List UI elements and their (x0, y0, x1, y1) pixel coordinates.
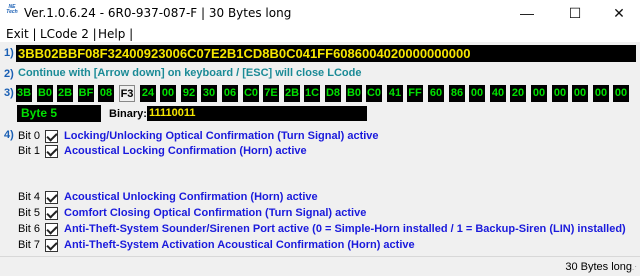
bit-name: Bit 1 (18, 145, 41, 157)
byte-cell[interactable]: FF (407, 85, 423, 102)
bit-checkbox[interactable] (45, 206, 58, 220)
byte-cell[interactable]: 2B (284, 85, 300, 102)
step-4-label: 4) (4, 129, 14, 141)
bit-checkbox[interactable] (45, 144, 58, 158)
byte-cell[interactable]: 20 (510, 85, 526, 102)
byte-cell[interactable]: 60 (428, 85, 444, 102)
main-content: 1) 3BB02BBF08F32400923006C07E2B1CD8B0C04… (0, 42, 640, 256)
resize-grip-icon[interactable]: ⋰ (629, 265, 639, 275)
byte-cell[interactable]: 24 (140, 85, 156, 102)
byte-cell[interactable]: 00 (552, 85, 568, 102)
bit-description: Locking/Unlocking Optical Confirmation (… (64, 130, 379, 142)
bit-checkbox[interactable] (45, 129, 58, 143)
menu-bar: Exit | LCode 2 | Help | (0, 26, 640, 42)
byte-cell[interactable]: 00 (160, 85, 176, 102)
maximize-button[interactable]: ☐ (552, 0, 598, 26)
byte-cell[interactable]: 7E (263, 85, 279, 102)
binary-label: Binary: (109, 108, 147, 120)
minimize-button[interactable]: — (504, 0, 550, 26)
close-button[interactable]: ✕ (596, 0, 640, 26)
byte-cell[interactable]: 00 (593, 85, 609, 102)
byte-cell[interactable]: 00 (469, 85, 485, 102)
bit-description: Anti-Theft-System Sounder/Sirenen Port a… (64, 223, 626, 235)
bit-row[interactable]: Bit 0 Locking/Unlocking Optical Confirma… (18, 129, 379, 143)
status-bar: 30 Bytes long ⋰ (0, 256, 640, 276)
byte-cell[interactable]: 3B (16, 85, 32, 102)
bit-row[interactable]: Bit 1 Acoustical Locking Confirmation (H… (18, 144, 307, 158)
bit-name: Bit 6 (18, 223, 41, 235)
byte-cell[interactable]: F3 (119, 85, 135, 102)
bit-row[interactable]: Bit 4 Acoustical Unlocking Confirmation … (18, 190, 318, 204)
window-title: Ver.1.0.6.24 - 6R0-937-087-F | 30 Bytes … (24, 6, 292, 20)
selected-byte-label: Byte 5 (17, 105, 101, 122)
byte-cell[interactable]: 40 (490, 85, 506, 102)
step-2-label: 2) (4, 68, 14, 80)
bit-name: Bit 5 (18, 207, 41, 219)
byte-cell[interactable]: 92 (181, 85, 197, 102)
byte-cell[interactable]: 2B (57, 85, 73, 102)
bit-checkbox[interactable] (45, 238, 58, 252)
title-bar: NE Tech Ver.1.0.6.24 - 6R0-937-087-F | 3… (0, 0, 640, 26)
byte-cell[interactable]: 30 (201, 85, 217, 102)
bit-description: Acoustical Locking Confirmation (Horn) a… (64, 145, 307, 157)
byte-cell[interactable]: C0 (366, 85, 382, 102)
menu-lcode2[interactable]: LCode 2 | (40, 27, 97, 41)
byte-cell[interactable]: 00 (531, 85, 547, 102)
app-logo-icon: NE Tech (6, 4, 18, 15)
bit-description: Acoustical Unlocking Confirmation (Horn)… (64, 191, 318, 203)
byte-cell[interactable]: 08 (98, 85, 114, 102)
step-3-label: 3) (4, 87, 14, 99)
byte-cell[interactable]: 1C (304, 85, 320, 102)
byte-cell[interactable]: D8 (325, 85, 341, 102)
bit-row[interactable]: Bit 5 Comfort Closing Optical Confirmati… (18, 206, 366, 220)
bit-checkbox[interactable] (45, 190, 58, 204)
byte-cell[interactable]: 00 (572, 85, 588, 102)
menu-exit[interactable]: Exit | (6, 27, 37, 41)
bit-row[interactable]: Bit 7 Anti-Theft-System Activation Acous… (18, 238, 415, 252)
byte-cell[interactable]: 00 (613, 85, 629, 102)
bit-name: Bit 4 (18, 191, 41, 203)
byte-cell[interactable]: BF (78, 85, 94, 102)
byte-cell[interactable]: 06 (222, 85, 238, 102)
bit-name: Bit 0 (18, 130, 41, 142)
byte-cell[interactable]: B0 (37, 85, 53, 102)
byte-cell[interactable]: C0 (243, 85, 259, 102)
hex-code-field[interactable]: 3BB02BBF08F32400923006C07E2B1CD8B0C041FF… (16, 45, 636, 62)
binary-value: 11110011 (147, 106, 367, 121)
status-text: 30 Bytes long (565, 261, 632, 273)
bit-name: Bit 7 (18, 239, 41, 251)
bit-checkbox[interactable] (45, 222, 58, 236)
step-1-label: 1) (4, 47, 14, 59)
byte-cell[interactable]: 86 (449, 85, 465, 102)
byte-cell[interactable]: B0 (346, 85, 362, 102)
byte-cell[interactable]: 41 (387, 85, 403, 102)
instruction-text: Continue with [Arrow down] on keyboard /… (18, 67, 362, 79)
bit-description: Comfort Closing Optical Confirmation (Tu… (64, 207, 367, 219)
menu-help[interactable]: Help | (98, 27, 133, 41)
bit-row[interactable]: Bit 6 Anti-Theft-System Sounder/Sirenen … (18, 222, 626, 236)
bit-description: Anti-Theft-System Activation Acoustical … (64, 239, 415, 251)
